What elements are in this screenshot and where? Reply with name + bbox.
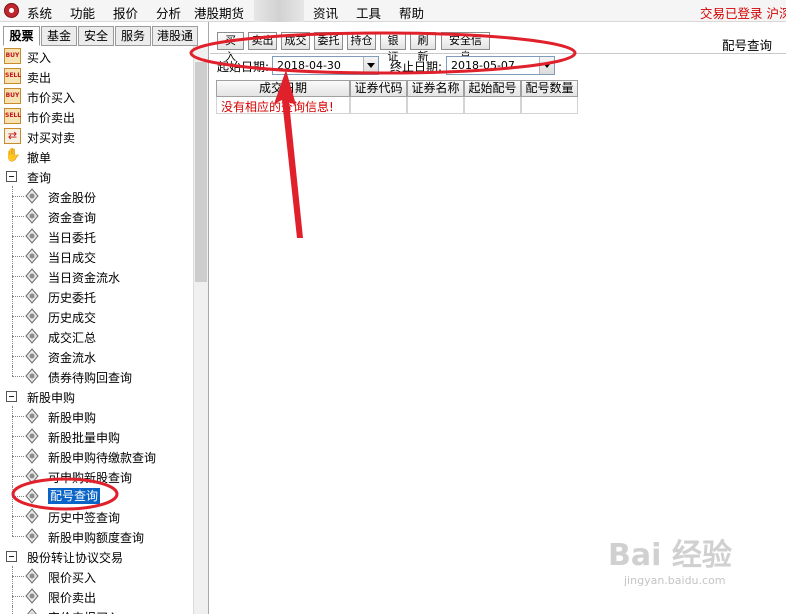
arrow-annotation bbox=[274, 70, 303, 238]
watermark: Bai 经验 jingyan.baidu.com bbox=[608, 530, 778, 604]
watermark-url: jingyan.baidu.com bbox=[624, 574, 726, 587]
toolbar-highlight-ellipse bbox=[189, 31, 577, 75]
annotation-overlay bbox=[11, 31, 577, 511]
menu-highlight-ellipse bbox=[11, 477, 119, 511]
watermark-logo-text: Bai 经验 bbox=[608, 538, 732, 573]
